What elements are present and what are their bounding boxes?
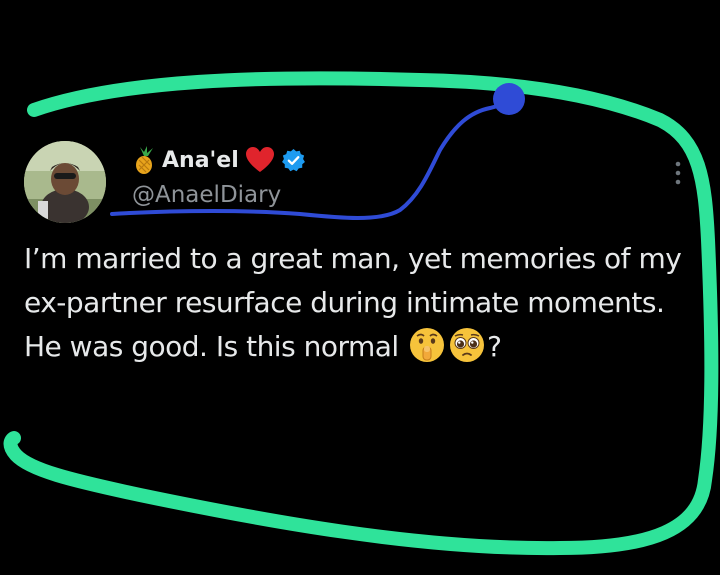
tweet-text: I’m married to a great man, yet memories…	[24, 237, 710, 369]
avatar[interactable]	[24, 141, 106, 223]
red-heart-icon	[245, 146, 275, 174]
tweet-body-text: I’m married to a great man, yet memories…	[24, 242, 682, 363]
more-options-icon[interactable]	[672, 160, 684, 186]
blue-marker-dot	[493, 83, 525, 115]
display-name[interactable]: Ana'el	[162, 148, 239, 173]
pleading-face-icon	[448, 326, 486, 364]
tweet-trailing-text: ?	[487, 330, 502, 363]
author-name-row[interactable]: Ana'el	[130, 144, 306, 176]
verified-badge-icon	[281, 148, 306, 173]
screenshot-canvas: Ana'el @AnaelDiary I’m married to a grea…	[0, 0, 720, 575]
author-handle[interactable]: @AnaelDiary	[132, 182, 281, 208]
pineapple-icon	[130, 145, 160, 175]
shushing-face-icon	[408, 326, 446, 364]
